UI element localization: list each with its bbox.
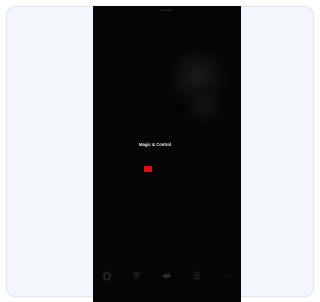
tab-more[interactable]: [219, 269, 235, 281]
phone-screen: Magic & Control: [93, 6, 241, 302]
tab-tiles[interactable]: [159, 269, 175, 281]
tab-sort[interactable]: [129, 269, 145, 281]
promo-actions: [141, 166, 152, 172]
tab-home[interactable]: [99, 269, 115, 281]
status-notch: [161, 9, 173, 11]
home-icon: [102, 270, 112, 280]
cta-button[interactable]: [144, 166, 152, 172]
tiles-icon: [163, 272, 171, 278]
background-artwork-shadow: [181, 86, 227, 124]
tab-profile[interactable]: [189, 269, 205, 281]
sort-icon: [133, 272, 140, 278]
more-icon: [223, 274, 231, 276]
bottom-tab-bar: [93, 268, 241, 282]
promo-block: Magic & Control: [139, 142, 205, 148]
promo-title: Magic & Control: [139, 142, 172, 147]
profile-icon: [193, 271, 201, 280]
